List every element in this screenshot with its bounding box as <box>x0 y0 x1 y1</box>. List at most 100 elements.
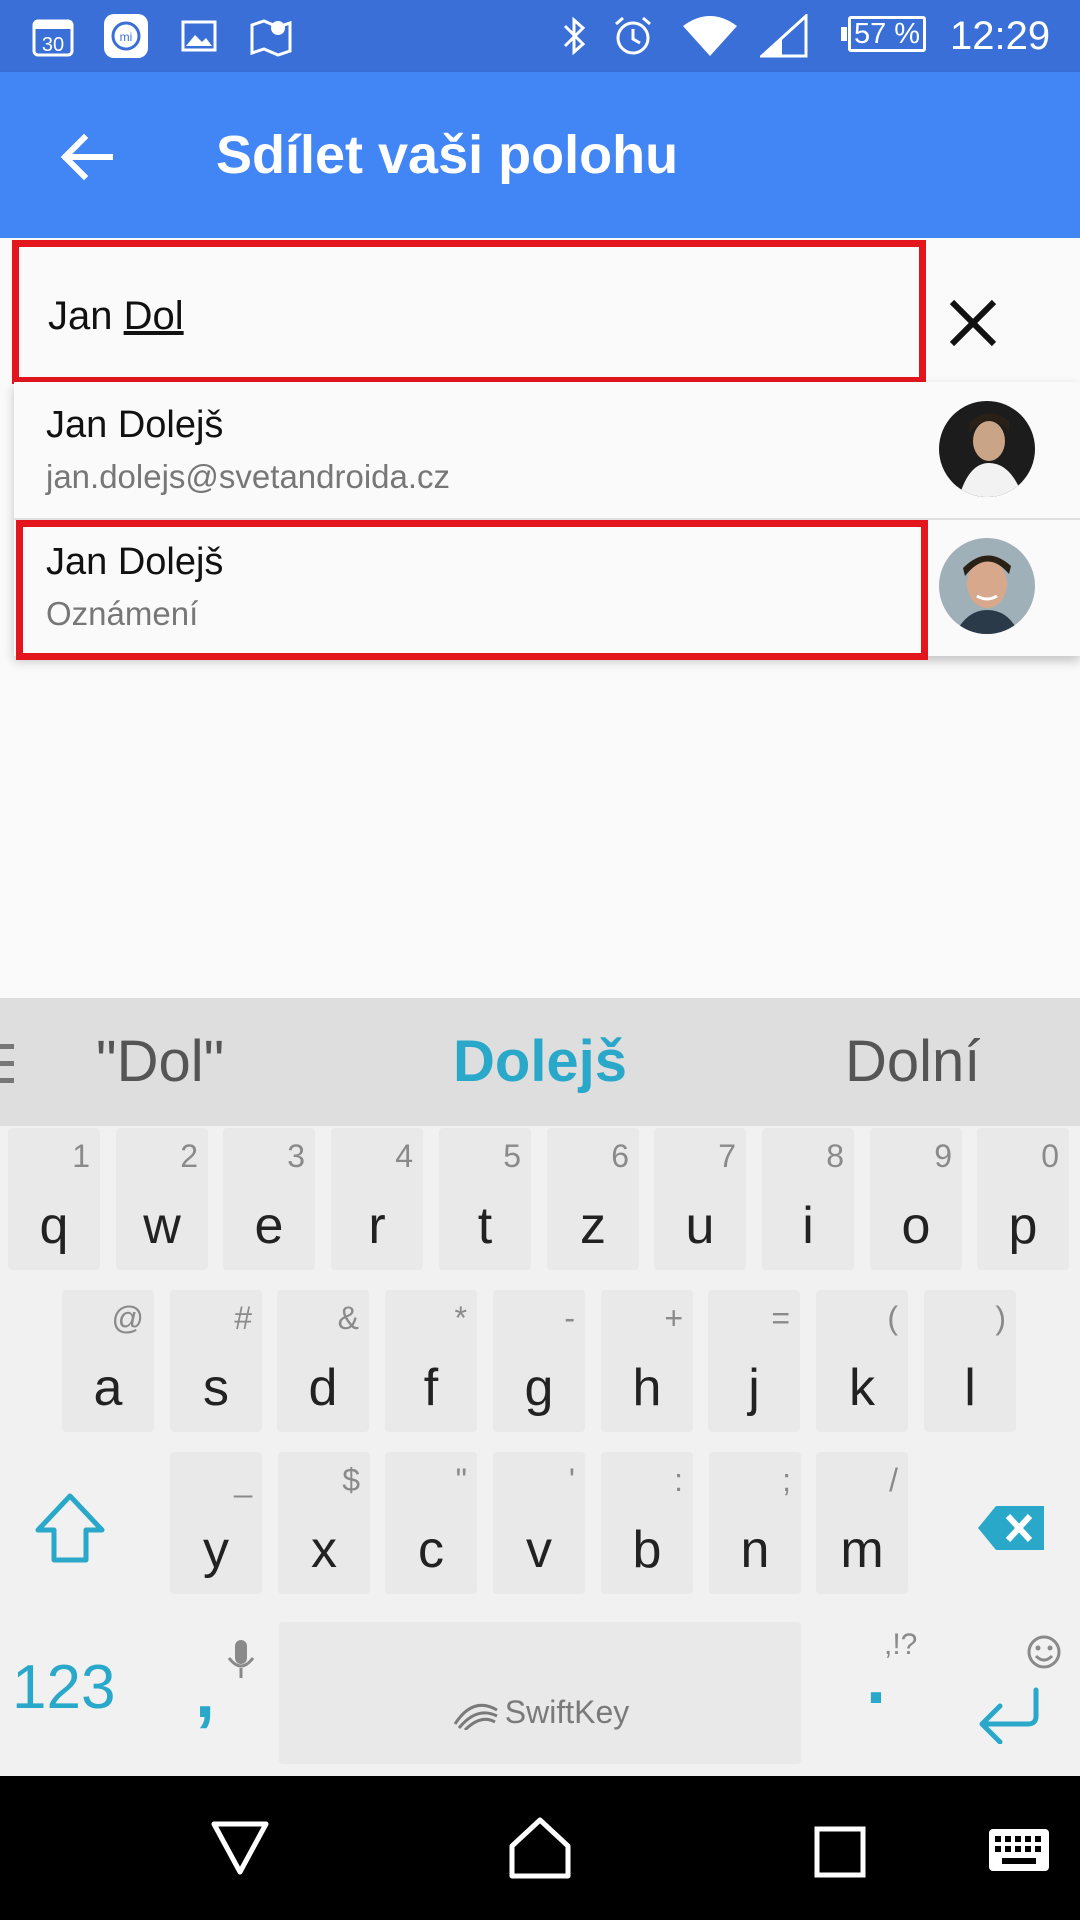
key-i[interactable]: 8i <box>762 1128 854 1270</box>
key-hint: 1 <box>72 1138 90 1174</box>
key-label: g <box>524 1359 554 1417</box>
key-hint: 2 <box>180 1138 198 1174</box>
key-s[interactable]: # s <box>170 1290 262 1432</box>
key-hint: 5 <box>503 1138 521 1174</box>
comma-key[interactable]: , <box>195 1652 215 1734</box>
key-hint: & <box>337 1300 359 1336</box>
key-hint: 6 <box>611 1138 629 1174</box>
enter-icon[interactable] <box>974 1684 1044 1745</box>
key-hint: 0 <box>1041 1138 1059 1174</box>
key-label: j <box>748 1359 760 1417</box>
key-hint: ; <box>782 1462 791 1498</box>
key-label: c <box>418 1521 444 1579</box>
navigation-bar <box>0 1776 1080 1920</box>
key-hint: ) <box>995 1300 1006 1336</box>
numbers-key[interactable]: 123 <box>12 1652 115 1723</box>
key-hint: " <box>455 1462 467 1498</box>
key-label: n <box>740 1521 770 1579</box>
key-hint: 7 <box>718 1138 736 1174</box>
shift-icon[interactable] <box>30 1488 110 1568</box>
key-v[interactable]: ' v <box>493 1452 585 1594</box>
prediction-3[interactable]: Dolní <box>845 1030 980 1094</box>
key-hint: ( <box>887 1300 898 1336</box>
period-key[interactable]: . <box>866 1638 886 1720</box>
avatar <box>939 538 1035 634</box>
key-e[interactable]: 3e <box>223 1128 315 1270</box>
home-icon[interactable] <box>508 1816 572 1880</box>
keyboard-icon[interactable] <box>988 1828 1050 1872</box>
key-q[interactable]: 1q <box>8 1128 100 1270</box>
key-hint: 3 <box>287 1138 305 1174</box>
key-w[interactable]: 2w <box>116 1128 208 1270</box>
key-hint: * <box>454 1300 467 1336</box>
key-label: o <box>901 1197 931 1255</box>
arrow-back-icon[interactable] <box>52 122 122 192</box>
key-hint: : <box>674 1462 683 1498</box>
prediction-1[interactable]: "Dol" <box>96 1030 224 1094</box>
key-h[interactable]: + h <box>601 1290 693 1432</box>
close-icon[interactable] <box>944 294 1002 352</box>
prediction-2[interactable]: Dolejš <box>453 1030 627 1094</box>
key-hint: / <box>889 1462 898 1498</box>
key-label: k <box>849 1359 875 1417</box>
signal-icon <box>758 12 810 60</box>
maps-icon <box>246 12 296 60</box>
key-p[interactable]: 0p <box>977 1128 1069 1270</box>
backspace-icon[interactable] <box>976 1502 1046 1554</box>
microphone-icon[interactable] <box>226 1638 256 1688</box>
alarm-icon <box>610 12 656 60</box>
list-item[interactable]: Jan Dolejš jan.dolejs@svetandroida.cz <box>14 382 1080 520</box>
battery-indicator: 57 % <box>841 16 926 52</box>
key-f[interactable]: * f <box>385 1290 477 1432</box>
key-hint: 9 <box>934 1138 952 1174</box>
key-label: y <box>203 1521 229 1579</box>
back-triangle-icon[interactable] <box>210 1820 270 1876</box>
key-m[interactable]: / m <box>816 1452 908 1594</box>
key-b[interactable]: :b <box>601 1452 693 1594</box>
key-d[interactable]: & d <box>277 1290 369 1432</box>
key-u[interactable]: 7u <box>654 1128 746 1270</box>
key-hint: + <box>664 1300 683 1336</box>
key-t[interactable]: 5t <box>439 1128 531 1270</box>
status-bar: 30 mi 57 % 12:29 <box>0 0 1080 72</box>
key-hint: $ <box>342 1462 360 1498</box>
key-hint: @ <box>111 1300 144 1336</box>
recents-icon[interactable] <box>814 1826 866 1878</box>
key-x[interactable]: $ x <box>278 1452 370 1594</box>
space-key[interactable]: SwiftKey <box>279 1622 801 1764</box>
key-l[interactable]: ) l <box>924 1290 1016 1432</box>
key-hint: 8 <box>826 1138 844 1174</box>
key-hint: # <box>234 1300 252 1336</box>
page-title: Sdílet vaši polohu <box>216 125 679 185</box>
key-o[interactable]: 9o <box>870 1128 962 1270</box>
key-y[interactable]: _ y <box>170 1452 262 1594</box>
key-k[interactable]: (k <box>816 1290 908 1432</box>
key-label: v <box>526 1521 552 1579</box>
emoji-icon[interactable] <box>1026 1634 1062 1670</box>
key-label: i <box>802 1197 814 1255</box>
key-label: a <box>93 1359 123 1417</box>
key-c[interactable]: " c <box>385 1452 477 1594</box>
menu-icon[interactable] <box>0 1042 14 1091</box>
highlight-box-suggestion <box>16 520 928 660</box>
key-label: r <box>368 1197 386 1255</box>
key-label: h <box>632 1359 662 1417</box>
key-g[interactable]: -g <box>493 1290 585 1432</box>
key-n[interactable]: ; n <box>709 1452 801 1594</box>
contact-name: Jan Dolejš <box>46 404 224 446</box>
mi-text: mi <box>120 30 133 44</box>
key-label: l <box>964 1359 976 1417</box>
key-label: f <box>423 1359 439 1417</box>
gallery-icon <box>176 12 222 60</box>
key-a[interactable]: @ a <box>62 1290 154 1432</box>
key-j[interactable]: = j <box>708 1290 800 1432</box>
key-hint: - <box>564 1300 575 1336</box>
key-label: z <box>580 1197 606 1255</box>
key-hint: _ <box>234 1462 252 1498</box>
keyboard: "Dol" Dolejš Dolní 1 q 2 w 3 e 4 r 5 t 6 z 7 u 8 i 9 o 0 p @… <box>0 998 1080 1776</box>
key-r[interactable]: 4r <box>331 1128 423 1270</box>
wifi-icon <box>680 12 740 60</box>
swiftkey-logo-icon <box>453 1703 498 1731</box>
key-z[interactable]: 6z <box>547 1128 639 1270</box>
key-label: d <box>308 1359 338 1417</box>
